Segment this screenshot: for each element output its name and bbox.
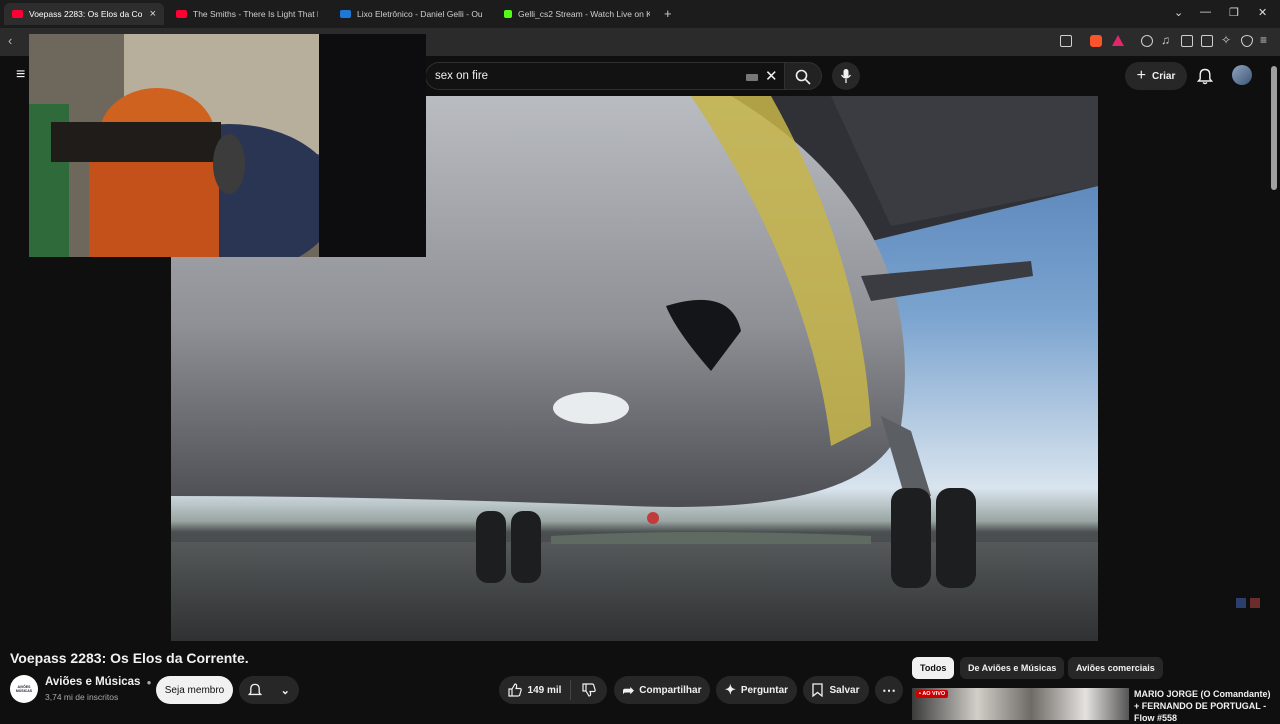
overlay-pin-icon[interactable]: [1236, 598, 1246, 608]
search-input[interactable]: sex on fire: [435, 70, 488, 82]
create-button[interactable]: + Criar: [1125, 62, 1187, 90]
webcam-feed: [29, 34, 426, 257]
save-label: Salvar: [829, 684, 860, 696]
share-icon: ➦: [622, 681, 635, 698]
youtube-icon: [12, 10, 23, 18]
tab-kick[interactable]: Gelli_cs2 Stream - Watch Live on Kick: [496, 3, 658, 25]
voice-search-button[interactable]: [832, 62, 860, 90]
chevron-down-icon: ⌄: [280, 684, 290, 697]
create-label: Criar: [1151, 70, 1176, 82]
search-box[interactable]: sex on fire ✕: [425, 62, 785, 90]
browser-tab-bar: Voepass 2283: Os Elos da Corren × The Sm…: [0, 0, 1280, 28]
channel-name-label: Aviões e Músicas: [45, 676, 141, 688]
like-count: 149 mil: [527, 684, 562, 696]
restore-icon[interactable]: ❐: [1229, 6, 1239, 19]
chip-commercial-planes[interactable]: Aviões comerciais: [1068, 657, 1163, 679]
page-scrollbar[interactable]: [1271, 66, 1277, 190]
subscribed-bell-button[interactable]: ⌄: [239, 676, 299, 704]
brave-rewards-icon[interactable]: [1112, 35, 1124, 46]
recommended-title[interactable]: MARIO JORGE (O Comandante) + FERNANDO DE…: [1134, 688, 1274, 724]
webcam-overlay: [29, 34, 426, 257]
outlook-icon: [340, 10, 351, 18]
thumbs-down-icon: [582, 683, 596, 697]
search-button[interactable]: [784, 62, 822, 90]
tab-label: Voepass 2283: Os Elos da Corren: [29, 9, 142, 19]
sidebar-toggle-icon[interactable]: [1181, 35, 1193, 47]
close-icon[interactable]: ×: [150, 8, 156, 20]
channel-name[interactable]: Aviões e Músicas ●: [45, 676, 152, 688]
notifications-bell-icon[interactable]: [1197, 68, 1213, 85]
cast-icon[interactable]: [1060, 35, 1072, 47]
bell-icon: [248, 683, 263, 695]
minimize-icon[interactable]: —: [1200, 6, 1211, 18]
thumbs-up-icon: [507, 683, 522, 697]
keyboard-icon[interactable]: [746, 74, 758, 81]
like-button[interactable]: 149 mil: [499, 680, 571, 700]
menu-icon[interactable]: ≡: [1260, 33, 1267, 47]
verified-badge-icon: ●: [146, 678, 152, 687]
kick-icon: [504, 10, 512, 18]
tab-label: The Smiths - There Is Light That Nev: [193, 9, 318, 19]
more-icon: ⋯: [882, 681, 896, 698]
microphone-icon: [840, 69, 852, 83]
ask-button[interactable]: ✦ Perguntar: [716, 676, 797, 704]
channel-logo-text: AVIÕES MÚSICAS: [15, 685, 33, 693]
save-button[interactable]: Salvar: [803, 676, 869, 704]
subscriber-count: 3,74 mi de inscritos: [45, 692, 119, 702]
extensions-icon[interactable]: [1141, 35, 1153, 47]
more-actions-button[interactable]: ⋯: [875, 676, 903, 704]
share-label: Compartilhar: [639, 684, 702, 696]
leo-ai-icon[interactable]: ✧: [1221, 33, 1231, 47]
tab-outlook[interactable]: Lixo Eletrônico - Daniel Gelli - Outlo: [332, 3, 490, 25]
like-dislike-group: 149 mil: [499, 676, 607, 704]
back-icon[interactable]: ‹: [8, 33, 12, 48]
brave-shield-icon[interactable]: [1090, 35, 1102, 47]
bookmark-icon: [812, 683, 824, 697]
video-title: Voepass 2283: Os Elos da Corrente.: [10, 650, 249, 666]
tab-label: Gelli_cs2 Stream - Watch Live on Kick: [518, 9, 650, 19]
tab-search-icon[interactable]: ⌄: [1174, 6, 1183, 19]
tab-label: Lixo Eletrônico - Daniel Gelli - Outlo: [357, 9, 482, 19]
dislike-button[interactable]: [571, 683, 607, 697]
plus-icon: +: [1136, 67, 1146, 84]
youtube-icon: [176, 10, 187, 18]
music-icon[interactable]: ♫: [1161, 33, 1170, 47]
ask-label: Perguntar: [740, 684, 789, 696]
wallet-icon[interactable]: [1201, 35, 1213, 47]
search-icon: [795, 69, 811, 85]
recommended-thumbnail[interactable]: • AO VIVO: [912, 688, 1129, 720]
tab-voepass[interactable]: Voepass 2283: Os Elos da Corren ×: [4, 3, 164, 25]
new-tab-button[interactable]: +: [664, 6, 672, 21]
join-button[interactable]: Seja membro: [156, 676, 233, 704]
sparkle-icon: ✦: [724, 682, 736, 697]
chip-todos[interactable]: Todos: [912, 657, 955, 679]
guide-menu-icon[interactable]: ≡: [16, 66, 25, 84]
chip-channel[interactable]: De Aviões e Músicas: [960, 657, 1065, 679]
join-label: Seja membro: [164, 684, 225, 696]
window-close-icon[interactable]: ✕: [1258, 6, 1267, 19]
tab-smiths[interactable]: The Smiths - There Is Light That Nev: [168, 3, 326, 25]
channel-avatar[interactable]: AVIÕES MÚSICAS: [10, 675, 38, 703]
clear-search-icon[interactable]: ✕: [765, 67, 778, 85]
live-badge: • AO VIVO: [916, 690, 949, 698]
account-avatar[interactable]: [1232, 65, 1252, 85]
share-button[interactable]: ➦ Compartilhar: [614, 676, 710, 704]
overlay-headphones-icon[interactable]: [1250, 598, 1260, 608]
